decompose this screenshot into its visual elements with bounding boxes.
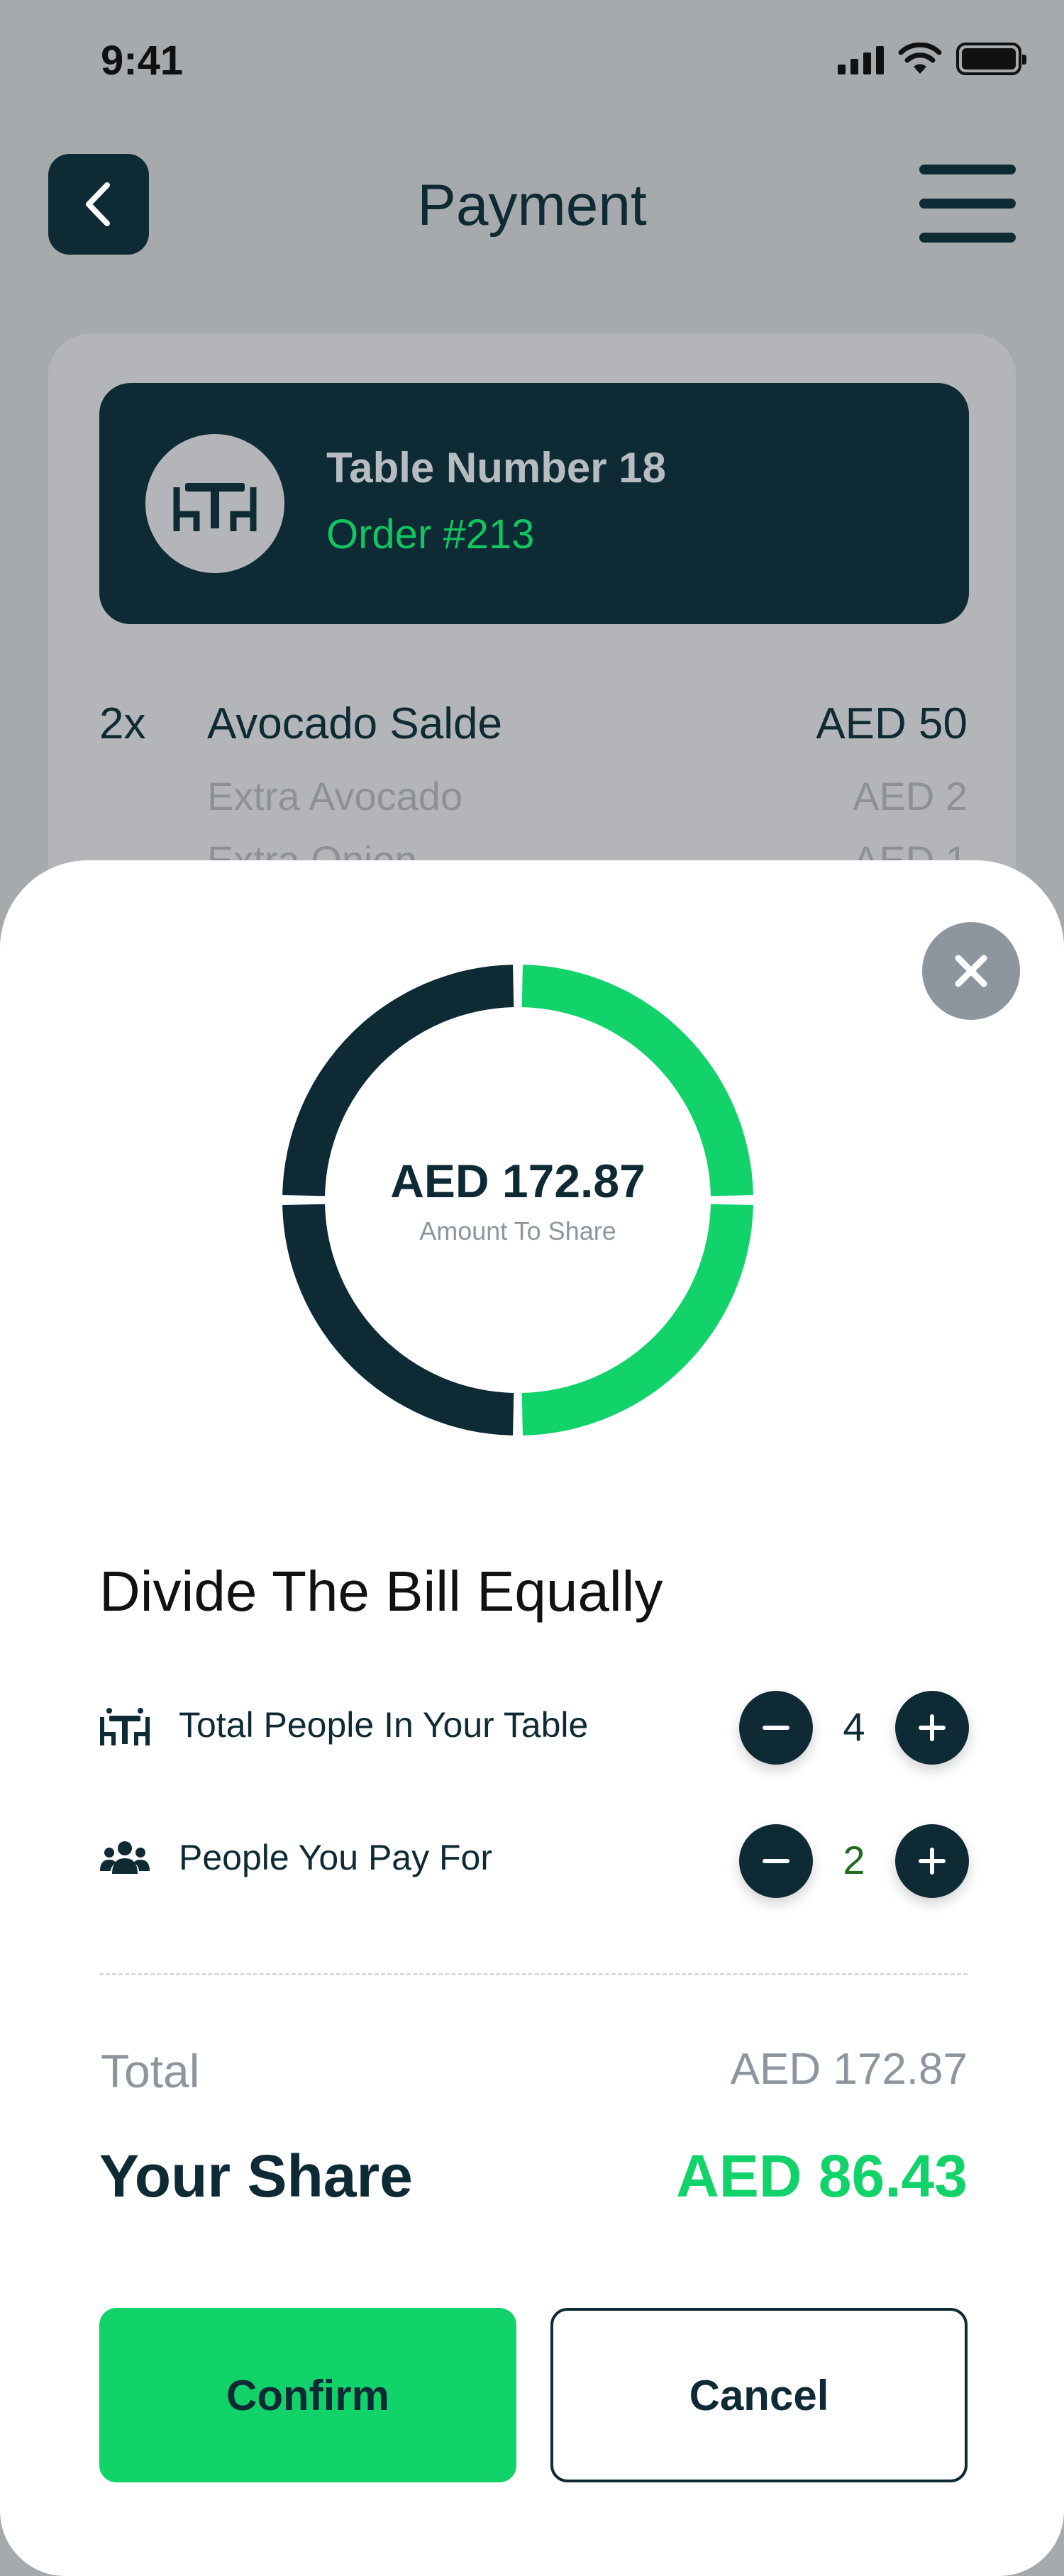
item-quantity: 2x <box>99 699 146 748</box>
status-time: 9:41 <box>101 38 184 84</box>
pay-for-increment-button[interactable] <box>895 1824 969 1898</box>
pay-for-decrement-button[interactable] <box>739 1824 813 1898</box>
wifi-icon <box>898 43 942 74</box>
total-label: Total <box>101 2045 200 2097</box>
close-button[interactable] <box>922 922 1020 1020</box>
menu-button[interactable] <box>919 165 1016 243</box>
minus-icon <box>763 1859 789 1863</box>
minus-icon <box>763 1726 789 1730</box>
total-people-increment-button[interactable] <box>895 1691 969 1765</box>
plus-icon <box>919 1848 946 1875</box>
table-avatar <box>145 434 284 573</box>
extra-price: AED 2 <box>853 774 968 818</box>
item-name: Avocado Salde <box>207 699 502 748</box>
total-people-decrement-button[interactable] <box>739 1691 813 1765</box>
your-share-value: AED 86.43 <box>676 2143 968 2209</box>
dining-table-icon <box>173 483 257 531</box>
dashed-divider <box>99 1973 968 1975</box>
battery-icon <box>956 43 1026 75</box>
your-share-label: Your Share <box>99 2143 413 2209</box>
plus-icon <box>919 1714 946 1741</box>
status-icons <box>838 43 1026 75</box>
table-number: Table Number 18 <box>326 444 667 492</box>
pay-for-value: 2 <box>843 1838 865 1882</box>
menu-line <box>919 165 1016 174</box>
cancel-button[interactable]: Cancel <box>550 2308 968 2482</box>
donut-center: AED 172.87 Amount To Share <box>282 965 753 1436</box>
amount-to-share-label: Amount To Share <box>419 1216 616 1245</box>
confirm-button[interactable]: Confirm <box>99 2308 516 2482</box>
payment-screen: 9:41 Payment Table Number 18 Order #213 … <box>0 0 1064 2576</box>
order-number: Order #213 <box>326 511 535 557</box>
page-title: Payment <box>417 173 647 238</box>
menu-line <box>919 233 1016 243</box>
people-you-pay-for-label: People You Pay For <box>179 1838 492 1877</box>
close-icon <box>955 955 987 987</box>
amount-to-share: AED 172.87 <box>390 1155 645 1207</box>
total-people-label: Total People In Your Table <box>179 1705 589 1745</box>
people-icon <box>99 1837 150 1880</box>
menu-line <box>919 199 1016 209</box>
total-people-value: 4 <box>843 1704 865 1749</box>
signal-icon <box>838 43 884 74</box>
total-value: AED 172.87 <box>730 2045 968 2094</box>
divide-title: Divide The Bill Equally <box>99 1560 663 1623</box>
table-icon <box>99 1706 150 1748</box>
item-price: AED 50 <box>816 699 968 748</box>
extra-name: Extra Avocado <box>207 774 463 818</box>
